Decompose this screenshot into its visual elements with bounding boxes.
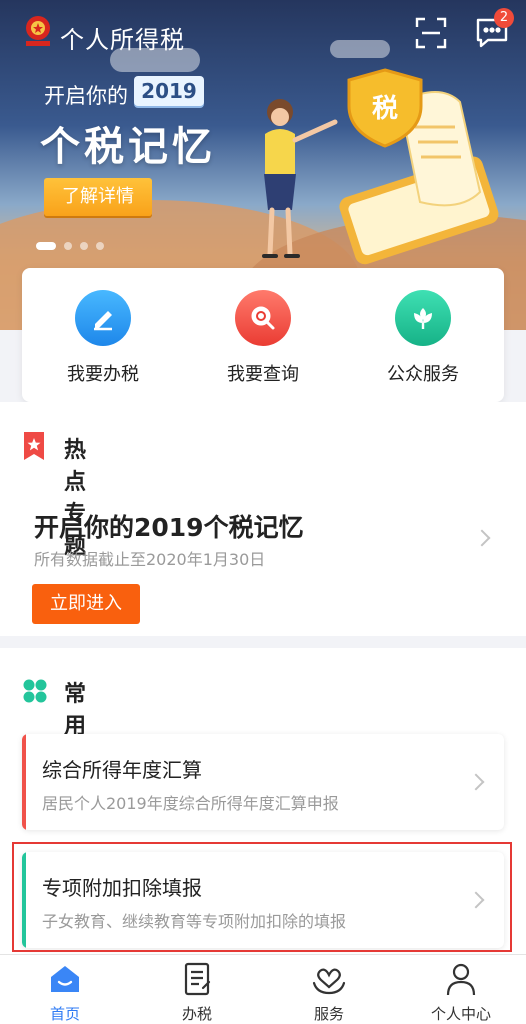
pencil-icon — [75, 290, 131, 346]
bottom-tab-bar: 首页 办税 服务 个人中心 — [0, 954, 526, 1024]
message-count-badge: 2 — [494, 8, 514, 28]
hot-topics-section: 热点专题 开启你的2019个税记忆 所有数据截止至2020年1月30日 立即进入 — [0, 402, 526, 636]
bookmark-star-icon — [24, 432, 44, 460]
quick-action-public-service[interactable]: 公众服务 — [358, 290, 488, 386]
carousel-dot[interactable] — [36, 242, 56, 250]
carousel-dot[interactable] — [64, 242, 72, 250]
enter-now-button[interactable]: 立即进入 — [32, 584, 140, 624]
tab-label: 服务 — [313, 1005, 344, 1023]
business-card-subtitle: 居民个人2019年度综合所得年度汇算申报 — [42, 794, 339, 813]
quick-action-label: 我要办税 — [67, 364, 139, 385]
banner-illustration: 税 — [262, 68, 499, 265]
user-icon — [446, 963, 476, 996]
banner-year-tag: 2019 — [134, 76, 204, 106]
chevron-right-icon — [467, 773, 485, 791]
tab-services[interactable]: 服务 — [264, 961, 394, 1024]
tab-label: 个人中心 — [430, 1005, 491, 1023]
app-title: 个人所得税 — [60, 26, 185, 54]
tab-label: 首页 — [49, 1005, 80, 1023]
heart-hand-icon — [312, 968, 346, 995]
banner-subtitle: 开启你的 — [44, 84, 128, 108]
selection-highlight-box — [12, 842, 512, 952]
search-icon — [235, 290, 291, 346]
chevron-right-icon — [473, 529, 491, 547]
quick-action-query[interactable]: 我要查询 — [198, 290, 328, 386]
quick-actions-card: 我要办税 我要查询 公众服务 — [22, 268, 504, 402]
tab-home[interactable]: 首页 — [0, 961, 130, 1024]
hot-topic-title: 开启你的2019个税记忆 — [34, 513, 304, 542]
banner-headline: 个税记忆 — [40, 124, 216, 170]
quick-action-label: 公众服务 — [387, 364, 459, 385]
tab-profile[interactable]: 个人中心 — [396, 961, 526, 1024]
learn-more-button[interactable]: 了解详情 — [44, 178, 152, 216]
document-icon — [184, 962, 211, 996]
scan-icon[interactable] — [414, 16, 448, 50]
business-card-title: 综合所得年度汇算 — [42, 758, 202, 782]
tab-label: 办税 — [181, 1005, 212, 1023]
carousel-dot[interactable] — [80, 242, 88, 250]
grid-clover-icon — [23, 679, 47, 703]
tab-file-tax[interactable]: 办税 — [132, 961, 262, 1024]
hot-topic-subtitle: 所有数据截止至2020年1月30日 — [34, 550, 266, 569]
quick-action-label: 我要查询 — [227, 364, 299, 385]
hot-topic-item[interactable]: 开启你的2019个税记忆 所有数据截止至2020年1月30日 立即进入 — [0, 482, 526, 632]
national-emblem-icon — [26, 16, 50, 46]
business-card-annual-settlement[interactable]: 综合所得年度汇算 居民个人2019年度综合所得年度汇算申报 — [22, 734, 504, 830]
flower-icon — [395, 290, 451, 346]
carousel-dot[interactable] — [96, 242, 104, 250]
tax-badge-text: 税 — [372, 94, 398, 124]
quick-action-file-tax[interactable]: 我要办税 — [38, 290, 168, 386]
home-icon — [51, 966, 79, 992]
